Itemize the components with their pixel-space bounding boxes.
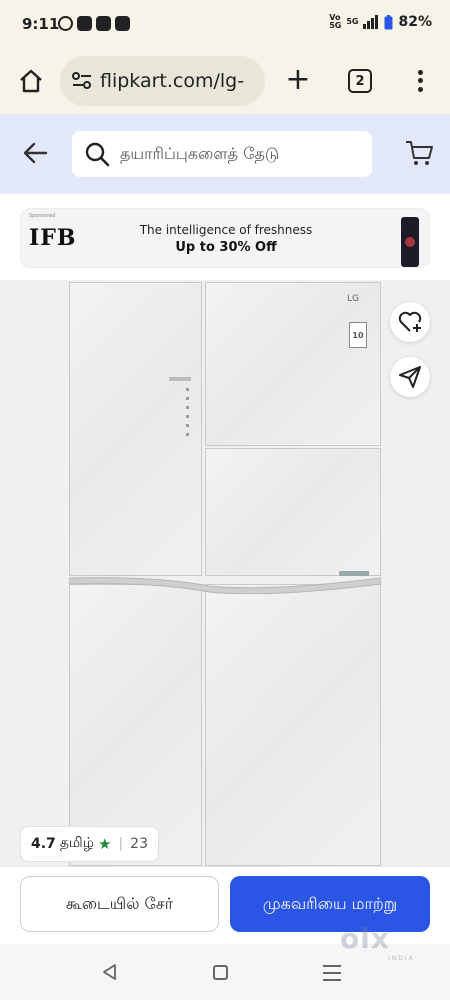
plus-icon: + bbox=[285, 62, 311, 97]
home-button[interactable] bbox=[14, 64, 48, 98]
browser-toolbar: flipkart.com/lg- + 2 bbox=[0, 52, 450, 114]
tabs-button[interactable]: 2 bbox=[348, 69, 372, 93]
rating-language: தமிழ் bbox=[59, 835, 94, 851]
volte-icon: Vo 5G bbox=[329, 13, 342, 30]
nav-home-icon[interactable] bbox=[213, 965, 228, 980]
search-input[interactable]: தயாரிப்புகளைத் தேடு bbox=[72, 131, 372, 177]
status-bar: 9:11 Vo 5G 5G 82% bbox=[0, 0, 450, 52]
notification-icons bbox=[58, 16, 130, 31]
youtube-icon bbox=[77, 16, 92, 31]
olx-watermark-region: INDIA bbox=[388, 955, 415, 962]
nav-back-icon[interactable] bbox=[100, 962, 120, 982]
control-panel-label bbox=[169, 377, 191, 381]
ad-headline: The intelligence of freshness bbox=[139, 223, 313, 237]
new-tab-button[interactable]: + bbox=[282, 62, 314, 98]
status-indicators: Vo 5G 5G 82% bbox=[329, 13, 432, 31]
wishlist-heart-icon bbox=[398, 311, 422, 332]
fridge-door-right-middle bbox=[205, 448, 381, 576]
rating-divider: | bbox=[118, 836, 124, 852]
fridge-door-left-bottom bbox=[69, 584, 202, 866]
star-icon: ★ bbox=[97, 835, 112, 853]
energy-rating-badge: 10 bbox=[349, 322, 367, 348]
ad-product-image bbox=[401, 217, 419, 267]
control-panel bbox=[186, 388, 189, 438]
nav-recents-icon[interactable] bbox=[323, 965, 341, 981]
fridge-door-right-bottom bbox=[205, 584, 381, 866]
rating-chip[interactable]: 4.7 தமிழ் ★ | 23 bbox=[20, 826, 159, 862]
olx-watermark: olx bbox=[340, 922, 390, 955]
ad-banner[interactable]: Sponsored IFB The intelligence of freshn… bbox=[20, 208, 430, 268]
ad-sponsored-label: Sponsored bbox=[29, 213, 56, 219]
lg-logo: LG bbox=[347, 294, 359, 304]
whatsapp-icon bbox=[58, 16, 73, 31]
wishlist-button[interactable] bbox=[390, 302, 430, 342]
status-time: 9:11 bbox=[22, 15, 60, 33]
url-text: flipkart.com/lg- bbox=[100, 70, 245, 92]
signal-icon bbox=[363, 15, 379, 29]
youtube-icon-2 bbox=[96, 16, 111, 31]
search-header: தயாரிப்புகளைத் தேடு bbox=[0, 114, 450, 194]
cart-icon[interactable] bbox=[404, 138, 434, 168]
product-image-area[interactable]: LG 10 4.7 தமிழ் ★ | 23 bbox=[0, 280, 450, 866]
share-button[interactable] bbox=[390, 357, 430, 397]
ad-offer: Up to 30% Off bbox=[175, 240, 277, 255]
rating-count: 23 bbox=[130, 836, 148, 852]
home-icon bbox=[20, 69, 42, 93]
search-icon bbox=[85, 142, 110, 167]
door-tag bbox=[339, 571, 369, 576]
back-arrow-icon[interactable] bbox=[20, 138, 50, 168]
fridge-door-right-top bbox=[205, 282, 381, 446]
rating-value: 4.7 bbox=[31, 836, 56, 852]
battery-icon bbox=[384, 14, 393, 29]
more-vert-icon[interactable] bbox=[410, 64, 430, 98]
add-to-cart-button[interactable]: கூடையில் சேர் bbox=[20, 876, 219, 932]
site-settings-icon[interactable] bbox=[72, 72, 92, 90]
fridge-door-left-top bbox=[69, 282, 202, 576]
battery-percent: 82% bbox=[398, 14, 432, 30]
product-image: LG 10 bbox=[69, 282, 381, 866]
fridge-handle bbox=[69, 577, 381, 594]
network-type: 5G bbox=[346, 17, 359, 26]
youtube-icon-3 bbox=[115, 16, 130, 31]
search-placeholder: தயாரிப்புகளைத் தேடு bbox=[120, 143, 280, 163]
change-address-button[interactable]: முகவரியை மாற்று bbox=[230, 876, 430, 932]
url-bar[interactable]: flipkart.com/lg- bbox=[60, 56, 265, 106]
share-icon bbox=[399, 366, 421, 388]
